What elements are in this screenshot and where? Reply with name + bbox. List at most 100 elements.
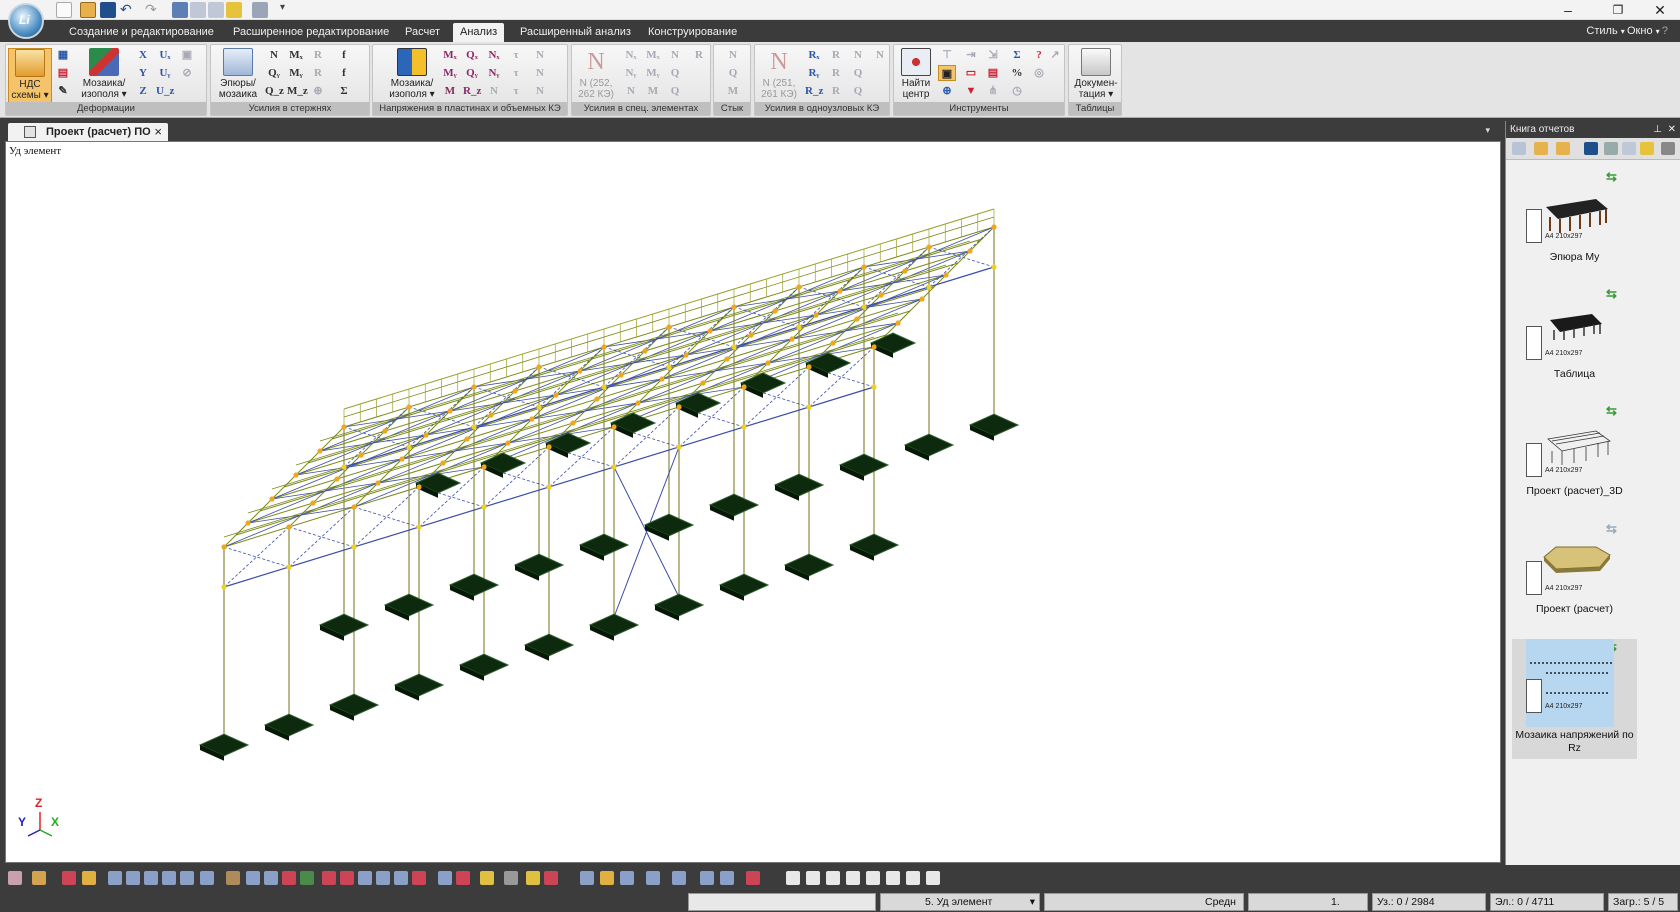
nx-special-icon[interactable]: Nₓ	[622, 47, 640, 63]
style-menu[interactable]: Стиль	[1586, 25, 1617, 37]
tab-calculation[interactable]: Расчет	[398, 23, 447, 42]
y-disp-icon[interactable]: Y	[134, 65, 152, 81]
cube-top-icon[interactable]	[846, 871, 860, 885]
tab-analysis[interactable]: Анализ	[453, 23, 505, 42]
delete-icon[interactable]	[456, 871, 470, 885]
layer-2-icon[interactable]	[376, 871, 390, 885]
export-icon[interactable]	[252, 2, 268, 18]
cube-bottom-icon[interactable]	[906, 871, 920, 885]
txz-icon[interactable]: τ	[507, 65, 525, 81]
qx-plate-icon[interactable]: Qₓ	[463, 47, 481, 63]
ry-node-icon[interactable]: Rᵧ	[805, 65, 823, 81]
undo-icon[interactable]: ↶	[120, 2, 136, 18]
sum-icon[interactable]: Σ	[335, 83, 353, 99]
report-item-selected[interactable]: ⇆ A4 210x297 Мозаика напряжений по Rz	[1512, 639, 1637, 759]
rx-icon[interactable]: Rₓ	[805, 47, 823, 63]
filter-view-icon[interactable]	[246, 871, 260, 885]
rotate-icon[interactable]	[32, 871, 46, 885]
report-item[interactable]: ⇆ A4 210x297 Таблица	[1512, 286, 1637, 404]
info-icon[interactable]: ▤	[984, 65, 1002, 81]
documentation-button[interactable]: Докумен- тация ▾	[1073, 48, 1119, 104]
report-folder-icon[interactable]	[1556, 142, 1570, 155]
rz-icon[interactable]: R	[309, 65, 327, 81]
open-file-icon[interactable]	[80, 2, 96, 18]
filter-icon[interactable]: ▭	[962, 65, 980, 81]
rz-plate-icon[interactable]: R_z	[463, 83, 481, 99]
minimize-button[interactable]: –	[1548, 0, 1588, 20]
my-plate-icon[interactable]: Mᵧ	[441, 65, 459, 81]
paint-icon[interactable]	[480, 871, 494, 885]
cube-front-icon[interactable]	[806, 871, 820, 885]
rod-misc-icon[interactable]: ⊕	[309, 83, 327, 99]
tab-advanced-edit[interactable]: Расширенное редактирование	[226, 23, 396, 42]
tab-design[interactable]: Конструирование	[641, 23, 744, 42]
xz-icon[interactable]	[620, 871, 634, 885]
ruz-icon[interactable]: R	[827, 83, 845, 99]
report-view-icon[interactable]	[1512, 142, 1526, 155]
ux-icon[interactable]: Uₓ	[156, 47, 174, 63]
xy-icon[interactable]	[646, 871, 660, 885]
scale-icon[interactable]: ⊤	[938, 47, 956, 63]
x-disp-icon[interactable]: X	[134, 47, 152, 63]
layer-4-icon[interactable]	[412, 871, 426, 885]
mirror-icon[interactable]	[282, 871, 296, 885]
tab-create-edit[interactable]: Создание и редактирование	[62, 23, 221, 42]
fz-icon[interactable]: f	[335, 65, 353, 81]
search-icon[interactable]	[438, 871, 452, 885]
n-special-2-icon[interactable]: N	[666, 47, 684, 63]
qy-special-icon[interactable]: Q	[666, 65, 684, 81]
mosaic-isofield-button-2[interactable]: Мозаика/ изополя ▾	[387, 48, 437, 104]
select-icon[interactable]	[8, 871, 22, 885]
element-mode-select[interactable]: 5. Уд элемент ▾	[880, 893, 1040, 911]
paste-icon[interactable]	[208, 2, 224, 18]
sigma-icon[interactable]: Σ	[1008, 47, 1026, 63]
rotate-view-icon[interactable]	[720, 871, 734, 885]
cut-plane-icon[interactable]	[322, 871, 336, 885]
nz-plate-icon[interactable]: N	[485, 83, 503, 99]
report-open-icon[interactable]	[1534, 142, 1548, 155]
layer-icon[interactable]	[358, 871, 372, 885]
zoom-out-icon[interactable]	[126, 871, 140, 885]
mosaic-isofield-button[interactable]: Мозаика/ изополя ▾	[78, 48, 130, 104]
display-icon[interactable]: ▣	[938, 65, 956, 81]
yz-icon[interactable]	[672, 871, 686, 885]
globe-icon[interactable]: ◎	[1030, 65, 1048, 81]
qy-plate-icon[interactable]: Qᵧ	[463, 65, 481, 81]
perspective-icon[interactable]	[746, 871, 760, 885]
grid-view-icon[interactable]	[62, 871, 76, 885]
eraser-icon[interactable]	[544, 871, 558, 885]
arrow-icon[interactable]	[504, 871, 518, 885]
status-tools[interactable]	[688, 893, 876, 911]
qz-icon[interactable]: Q_z	[265, 83, 284, 99]
magnifier-icon[interactable]	[200, 871, 214, 885]
n1-icon[interactable]: N	[531, 47, 549, 63]
qz-special-icon[interactable]: Q	[666, 83, 684, 99]
layer-3-icon[interactable]	[394, 871, 408, 885]
range-icon[interactable]: ⇥	[962, 47, 980, 63]
chart-icon[interactable]: ↗	[1046, 47, 1064, 63]
tree-icon[interactable]: ⋔	[984, 83, 1002, 99]
help-icon[interactable]: ?	[1662, 25, 1668, 37]
pin-icon[interactable]: ⊥	[1653, 121, 1662, 138]
rs-special-icon[interactable]: R	[690, 47, 708, 63]
scale-input[interactable]: 1.	[1331, 896, 1340, 908]
copy-icon[interactable]	[190, 2, 206, 18]
pencil-icon[interactable]: ✎	[54, 83, 72, 99]
tab-list-icon[interactable]: ▾	[1485, 125, 1490, 136]
tab-advanced-analysis[interactable]: Расширенный анализ	[513, 23, 638, 42]
mz-special-icon[interactable]: M	[644, 83, 662, 99]
close-button[interactable]: ✕	[1640, 0, 1680, 20]
mx-icon[interactable]: Mₓ	[287, 47, 305, 63]
mx-special-icon[interactable]: Mₓ	[644, 47, 662, 63]
fy-icon[interactable]: f	[335, 47, 353, 63]
close-panel-icon[interactable]: ✕	[1668, 121, 1676, 138]
my-special-icon[interactable]: Mᵧ	[644, 65, 662, 81]
ny-plate-icon[interactable]: Nᵧ	[485, 65, 503, 81]
pencil-tool-icon[interactable]	[526, 871, 540, 885]
report-paste-icon[interactable]	[1640, 142, 1654, 155]
ny-special-icon[interactable]: Nᵧ	[622, 65, 640, 81]
my-joint-icon[interactable]: M	[724, 83, 742, 99]
app-logo-button[interactable]: Li	[8, 3, 44, 39]
rux-icon[interactable]: R	[827, 47, 845, 63]
report-save-icon[interactable]	[1584, 142, 1598, 155]
